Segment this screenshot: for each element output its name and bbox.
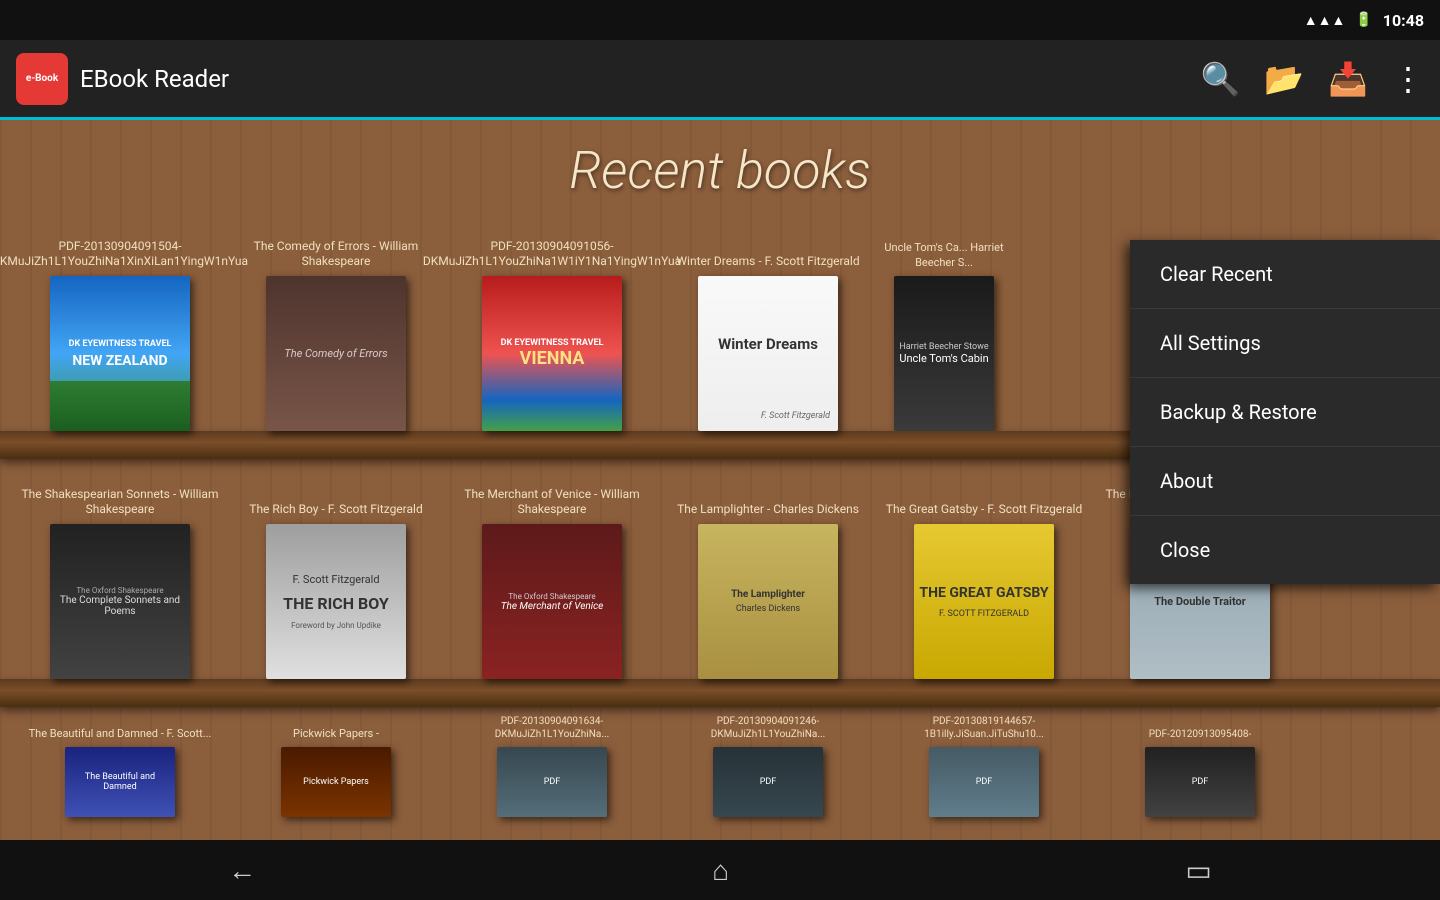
list-item[interactable]: PDF-20130904091056-DKMuJiZh1L1YouZhiNa1W… xyxy=(452,220,652,431)
book-title: PDF-20120913095408- xyxy=(1149,711,1252,741)
logo-text: e-Book xyxy=(26,73,58,84)
recents-button[interactable]: ▭ xyxy=(1185,854,1211,887)
book-cover: Harriet Beecher Stowe Uncle Tom's Cabin xyxy=(894,276,994,431)
list-item[interactable]: The Comedy of Errors - William Shakespea… xyxy=(236,220,436,431)
wifi-icon: ▲▲▲ xyxy=(1304,12,1346,29)
time-display: 10:48 xyxy=(1383,11,1424,30)
book-cover: The Lamplighter Charles Dickens xyxy=(698,524,838,679)
list-item[interactable]: PDF-20130904091246-DKMuJiZh1L1YouZhiNa..… xyxy=(668,711,868,817)
book-title: Pickwick Papers - xyxy=(293,711,379,741)
page-title: Recent books xyxy=(0,120,1440,211)
book-title: Uncle Tom's Ca... Harriet Beecher S... xyxy=(884,220,1004,270)
book-title: PDF-20130819144657-1B1illy.JiSuan.JiTuSh… xyxy=(884,711,1084,741)
book-cover: Winter Dreams F. Scott Fitzgerald xyxy=(698,276,838,431)
book-title: PDF-20130904091246-DKMuJiZh1L1YouZhiNa..… xyxy=(668,711,868,741)
book-cover: F. Scott Fitzgerald THE RICH BOY Forewor… xyxy=(266,524,406,679)
bottom-nav: ← ⌂ ▭ xyxy=(0,840,1440,900)
battery-icon: 🔋 xyxy=(1355,12,1372,28)
book-cover: DK EYEWITNESS TRAVEL NEW ZEALAND xyxy=(50,276,190,431)
book-title: The Comedy of Errors - William Shakespea… xyxy=(236,220,436,270)
book-cover: Pickwick Papers xyxy=(281,747,391,817)
home-button[interactable]: ⌂ xyxy=(712,854,729,887)
folder-icon[interactable]: 📂 xyxy=(1264,60,1304,98)
book-cover: The Beautiful and Damned xyxy=(65,747,175,817)
book-title: PDF-20130904091056-DKMuJiZh1L1YouZhiNa1W… xyxy=(423,220,681,270)
list-item[interactable]: The Merchant of Venice - William Shakesp… xyxy=(452,468,652,679)
book-title: The Rich Boy - F. Scott Fitzgerald xyxy=(249,468,422,518)
download-icon[interactable]: 📥 xyxy=(1328,60,1368,98)
shelf-board xyxy=(0,679,1440,707)
list-item[interactable]: The Lamplighter - Charles Dickens The La… xyxy=(668,468,868,679)
back-button[interactable]: ← xyxy=(228,854,256,887)
app-logo: e-Book xyxy=(16,53,68,105)
clear-recent-menu-item[interactable]: Clear Recent xyxy=(1130,240,1440,309)
book-cover: DK EYEWITNESS TRAVEL VIENNA xyxy=(482,276,622,431)
top-bar: e-Book EBook Reader 🔍 📂 📥 ⋮ xyxy=(0,40,1440,120)
book-cover: PDF xyxy=(929,747,1039,817)
shelf-books-3: The Beautiful and Damned - F. Scott... T… xyxy=(0,707,1440,817)
book-title: The Shakespearian Sonnets - William Shak… xyxy=(20,468,220,518)
book-title: The Merchant of Venice - William Shakesp… xyxy=(452,468,652,518)
list-item[interactable]: The Shakespearian Sonnets - William Shak… xyxy=(20,468,220,679)
backup-restore-menu-item[interactable]: Backup & Restore xyxy=(1130,378,1440,447)
book-title: The Beautiful and Damned - F. Scott... xyxy=(29,711,212,741)
book-cover: The Comedy of Errors xyxy=(266,276,406,431)
book-cover: PDF xyxy=(713,747,823,817)
all-settings-menu-item[interactable]: All Settings xyxy=(1130,309,1440,378)
search-icon[interactable]: 🔍 xyxy=(1200,60,1240,98)
more-options-icon[interactable]: ⋮ xyxy=(1392,60,1424,98)
list-item[interactable]: Pickwick Papers - Pickwick Papers xyxy=(236,711,436,817)
list-item[interactable]: Winter Dreams - F. Scott Fitzgerald Wint… xyxy=(668,220,868,431)
app-title: EBook Reader xyxy=(80,65,1200,93)
status-bar: ▲▲▲ 🔋 10:48 xyxy=(0,0,1440,40)
top-bar-actions: 🔍 📂 📥 ⋮ xyxy=(1200,60,1424,98)
book-cover: The Oxford Shakespeare The Merchant of V… xyxy=(482,524,622,679)
book-title: The Great Gatsby - F. Scott Fitzgerald xyxy=(886,468,1082,518)
book-title: PDF-20130904091634-DKMuJiZh1L1YouZhiNa..… xyxy=(452,711,652,741)
list-item[interactable]: The Beautiful and Damned - F. Scott... T… xyxy=(20,711,220,817)
book-cover: PDF xyxy=(1145,747,1255,817)
book-title: PDF-20130904091504-DKMuJiZh1L1YouZhiNa1X… xyxy=(0,220,248,270)
shelf-row-3: The Beautiful and Damned - F. Scott... T… xyxy=(0,707,1440,817)
list-item[interactable]: PDF-20120913095408- PDF xyxy=(1100,711,1300,817)
list-item[interactable]: Uncle Tom's Ca... Harriet Beecher S... H… xyxy=(884,220,1004,431)
list-item[interactable]: The Rich Boy - F. Scott Fitzgerald F. Sc… xyxy=(236,468,436,679)
list-item[interactable]: PDF-20130819144657-1B1illy.JiSuan.JiTuSh… xyxy=(884,711,1084,817)
book-title: The Lamplighter - Charles Dickens xyxy=(677,468,859,518)
list-item[interactable]: The Great Gatsby - F. Scott Fitzgerald T… xyxy=(884,468,1084,679)
dropdown-menu: Clear Recent All Settings Backup & Resto… xyxy=(1130,240,1440,584)
main-content: Recent books PDF-20130904091504-DKMuJiZh… xyxy=(0,120,1440,840)
list-item[interactable]: PDF-20130904091634-DKMuJiZh1L1YouZhiNa..… xyxy=(452,711,652,817)
list-item[interactable]: PDF-20130904091504-DKMuJiZh1L1YouZhiNa1X… xyxy=(20,220,220,431)
book-cover: PDF xyxy=(497,747,607,817)
close-menu-item[interactable]: Close xyxy=(1130,516,1440,584)
about-menu-item[interactable]: About xyxy=(1130,447,1440,516)
book-cover: The Oxford Shakespeare The Complete Sonn… xyxy=(50,524,190,679)
book-title: Winter Dreams - F. Scott Fitzgerald xyxy=(676,220,859,270)
book-cover: THE GREAT GATSBY F. SCOTT FITZGERALD xyxy=(914,524,1054,679)
